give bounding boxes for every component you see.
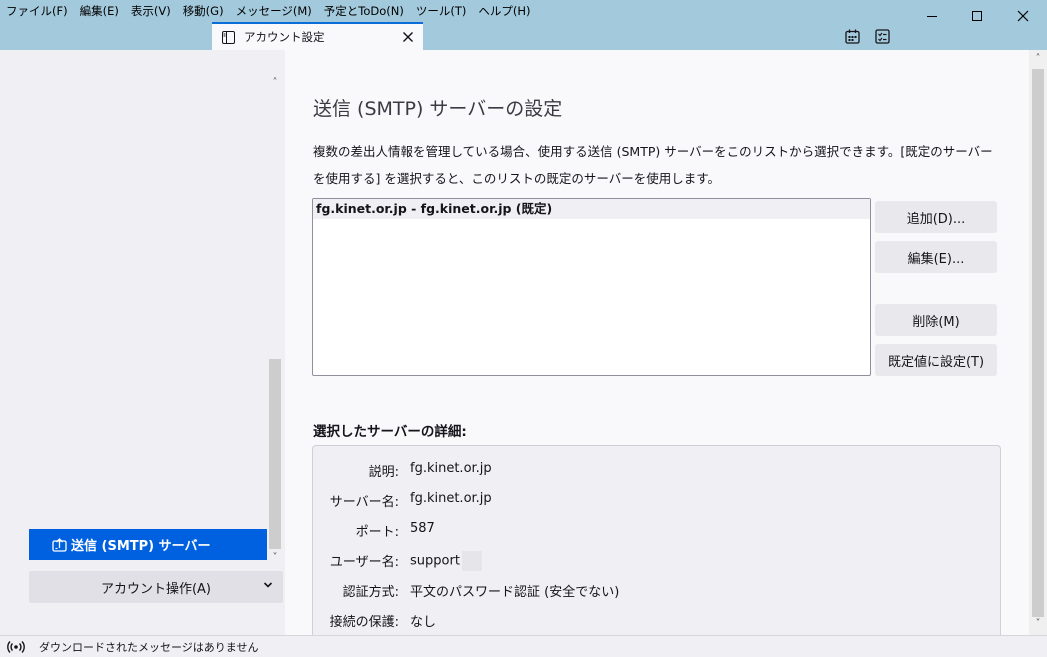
smtp-settings-pane: 送信 (SMTP) サーバーの設定 複数の差出人情報を管理している場合、使用する… bbox=[285, 50, 1029, 635]
tab-close-icon[interactable] bbox=[403, 28, 413, 46]
menu-go[interactable]: 移動(G) bbox=[183, 0, 224, 22]
maximize-icon bbox=[971, 10, 982, 21]
detail-label: 接続の保護: bbox=[329, 615, 399, 630]
minimize-button[interactable] bbox=[909, 0, 955, 32]
window-close-button[interactable] bbox=[1000, 0, 1046, 32]
set-default-button[interactable]: 既定値に設定(T) bbox=[875, 344, 997, 376]
maximize-button[interactable] bbox=[954, 0, 1000, 32]
menu-edit[interactable]: 編集(E) bbox=[80, 0, 119, 22]
menu-help[interactable]: ヘルプ(H) bbox=[478, 0, 530, 22]
scroll-down-icon[interactable]: ˅ bbox=[267, 552, 283, 563]
server-details-box: 説明: fg.kinet.or.jp サーバー名: fg.kinet.or.jp… bbox=[312, 445, 1001, 635]
status-bar: ダウンロードされたメッセージはありません bbox=[0, 635, 1047, 657]
delete-server-button[interactable]: 削除(M) bbox=[875, 304, 997, 336]
detail-label: ユーザー名: bbox=[329, 555, 399, 570]
detail-row-description: 説明: fg.kinet.or.jp bbox=[313, 461, 993, 481]
redacted-block bbox=[461, 551, 482, 571]
detail-row-username: ユーザー名: support bbox=[313, 551, 993, 571]
sidebar-scrollbar[interactable]: ˄ ˅ bbox=[267, 77, 283, 567]
minimize-icon bbox=[926, 15, 937, 17]
tab-label: アカウント設定 bbox=[244, 30, 325, 44]
menu-bar: ファイル(F) 編集(E) 表示(V) 移動(G) メッセージ(M) 予定とTo… bbox=[0, 0, 542, 22]
sidebar-scroll-thumb[interactable] bbox=[269, 359, 281, 549]
scroll-up-icon[interactable]: ˄ bbox=[1029, 53, 1047, 64]
title-bar: ファイル(F) 編集(E) 表示(V) 移動(G) メッセージ(M) 予定とTo… bbox=[0, 0, 1047, 50]
detail-row-connection-security: 接続の保護: なし bbox=[313, 611, 993, 631]
status-text: ダウンロードされたメッセージはありません bbox=[39, 640, 259, 654]
main-scrollbar[interactable]: ˄ ˅ bbox=[1029, 50, 1047, 635]
tab-account-settings[interactable]: アカウント設定 bbox=[212, 22, 423, 50]
detail-value: fg.kinet.or.jp bbox=[410, 461, 492, 476]
detail-row-port: ポート: 587 bbox=[313, 521, 993, 541]
detail-label: サーバー名: bbox=[329, 495, 399, 510]
online-status-icon[interactable] bbox=[7, 640, 25, 654]
close-icon bbox=[1017, 10, 1029, 22]
detail-label: ポート: bbox=[355, 525, 399, 540]
menu-tools[interactable]: ツール(T) bbox=[416, 0, 467, 22]
smtp-server-list[interactable]: fg.kinet.or.jp - fg.kinet.or.jp (既定) bbox=[312, 198, 871, 376]
account-actions-button[interactable]: アカウント操作(A) bbox=[29, 571, 283, 603]
detail-row-auth-method: 認証方式: 平文のパスワード認証 (安全でない) bbox=[313, 581, 993, 601]
menu-file[interactable]: ファイル(F) bbox=[6, 0, 68, 22]
account-sidebar: ˄ ˅ 送信 (SMTP) サーバー アカウント操作(A) bbox=[0, 50, 285, 635]
detail-value: fg.kinet.or.jp bbox=[410, 491, 492, 506]
list-item[interactable]: fg.kinet.or.jp - fg.kinet.or.jp (既定) bbox=[313, 199, 870, 219]
scroll-down-icon[interactable]: ˅ bbox=[1029, 618, 1047, 629]
username-value: support bbox=[410, 553, 460, 569]
detail-row-server-name: サーバー名: fg.kinet.or.jp bbox=[313, 491, 993, 511]
detail-value: support bbox=[410, 551, 482, 571]
main-scroll-thumb[interactable] bbox=[1032, 69, 1044, 617]
calendar-icon[interactable] bbox=[843, 27, 861, 45]
page-title: 送信 (SMTP) サーバーの設定 bbox=[313, 98, 563, 120]
account-settings-icon bbox=[221, 30, 235, 44]
smtp-description: 複数の差出人情報を管理している場合、使用する送信 (SMTP) サーバーをこのリ… bbox=[313, 144, 993, 186]
detail-label: 認証方式: bbox=[342, 585, 399, 600]
detail-value: 587 bbox=[410, 521, 435, 536]
add-server-button[interactable]: 追加(D)... bbox=[875, 201, 997, 233]
sidebar-item-label: 送信 (SMTP) サーバー bbox=[71, 539, 211, 554]
sidebar-item-smtp[interactable]: 送信 (SMTP) サーバー bbox=[29, 529, 267, 560]
detail-label: 説明: bbox=[368, 465, 399, 480]
menu-message[interactable]: メッセージ(M) bbox=[236, 0, 312, 22]
outgoing-server-icon bbox=[51, 537, 67, 553]
tasks-icon[interactable] bbox=[873, 27, 891, 45]
app-window: ファイル(F) 編集(E) 表示(V) 移動(G) メッセージ(M) 予定とTo… bbox=[0, 0, 1047, 657]
edit-server-button[interactable]: 編集(E)... bbox=[875, 241, 997, 273]
account-actions-label: アカウント操作(A) bbox=[100, 581, 212, 597]
scroll-up-icon[interactable]: ˄ bbox=[267, 77, 283, 88]
detail-value: 平文のパスワード認証 (安全でない) bbox=[410, 585, 620, 600]
detail-value: なし bbox=[410, 615, 437, 630]
details-heading: 選択したサーバーの詳細: bbox=[313, 424, 467, 440]
chevron-down-icon bbox=[263, 579, 273, 593]
menu-view[interactable]: 表示(V) bbox=[131, 0, 171, 22]
menu-events-tasks[interactable]: 予定とToDo(N) bbox=[324, 0, 404, 22]
